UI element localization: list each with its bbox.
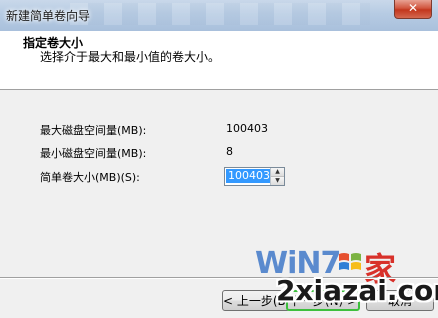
windows-flag-icon: [339, 253, 361, 270]
spin-buttons: ▲ ▼: [270, 168, 284, 185]
max-space-value: 100403: [226, 122, 268, 135]
close-button[interactable]: ✕: [394, 0, 432, 19]
wizard-header: 指定卷大小 选择介于最大和最小值的卷大小。: [0, 31, 438, 90]
volume-size-label: 简单卷大小(MB)(S):: [40, 171, 140, 184]
min-space-value: 8: [226, 145, 233, 158]
title-bar-background: [70, 3, 370, 25]
spin-down-arrow-icon[interactable]: ▼: [271, 177, 284, 185]
spin-up-arrow-icon[interactable]: ▲: [271, 168, 284, 177]
close-icon: ✕: [407, 1, 419, 15]
volume-size-spinbox[interactable]: 100403 ▲ ▼: [224, 167, 285, 186]
title-bar[interactable]: 新建简单卷向导 ✕: [0, 0, 438, 32]
watermark-site: 2xiazai.com: [276, 274, 438, 307]
max-space-label: 最大磁盘空间量(MB):: [40, 124, 147, 137]
wizard-window: 新建简单卷向导 ✕ 指定卷大小 选择介于最大和最小值的卷大小。 最大磁盘空间量(…: [0, 0, 438, 318]
window-title: 新建简单卷向导: [6, 9, 91, 23]
page-subtitle: 选择介于最大和最小值的卷大小。: [40, 50, 221, 64]
min-space-label: 最小磁盘空间量(MB):: [40, 147, 147, 160]
volume-size-input[interactable]: 100403: [226, 169, 272, 183]
